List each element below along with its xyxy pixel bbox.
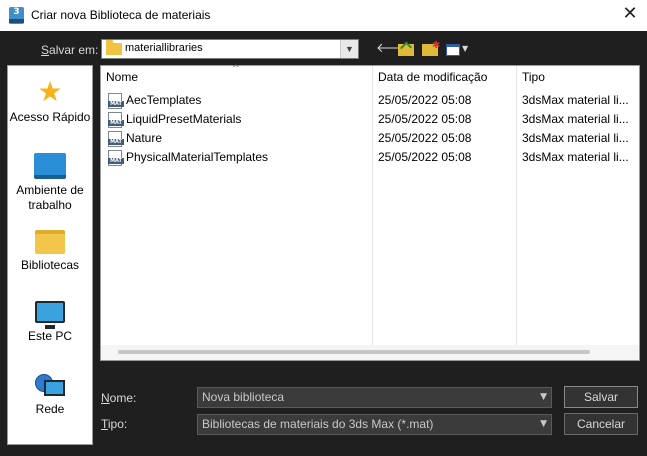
window-title: Criar nova Biblioteca de materiais: [31, 8, 211, 22]
place-label: Rede: [35, 402, 65, 416]
chevron-down-icon[interactable]: ▼: [340, 40, 358, 58]
material-library-icon: MAT: [108, 93, 124, 109]
list-item[interactable]: MAT Nature 25/05/2022 05:08 3dsMax mater…: [101, 129, 639, 148]
app-icon: 3: [9, 7, 24, 24]
close-icon[interactable]: ✕: [617, 3, 643, 27]
place-label: Bibliotecas: [20, 258, 80, 272]
file-name-input[interactable]: Nova biblioteca ▼: [197, 387, 552, 408]
sort-ascending-icon: ^: [232, 64, 240, 74]
chevron-down-icon[interactable]: ▼: [540, 415, 547, 434]
folder-icon: [106, 40, 122, 55]
new-folder-icon[interactable]: ✱: [421, 40, 441, 58]
file-list: Nome ^ Data de modificação Tipo MAT AecT…: [100, 64, 640, 361]
save-in-combo[interactable]: materiallibraries ▼: [101, 39, 359, 59]
list-item[interactable]: MAT LiquidPresetMaterials 25/05/2022 05:…: [101, 110, 639, 129]
material-library-icon: MAT: [108, 131, 124, 147]
place-libraries[interactable]: Bibliotecas: [8, 230, 92, 273]
material-library-icon: MAT: [108, 150, 124, 166]
places-bar: ★ Acesso Rápido Ambiente de trabalho Bib…: [7, 65, 93, 445]
desktop-icon: [34, 153, 66, 179]
chevron-down-icon[interactable]: ▼: [540, 388, 547, 407]
save-in-path: materiallibraries: [125, 42, 203, 54]
save-in-label: Salvar em:: [41, 43, 99, 57]
file-type-select[interactable]: Bibliotecas de materiais do 3ds Max (*.m…: [197, 414, 552, 435]
place-label: Este PC: [27, 329, 72, 343]
material-library-icon: MAT: [108, 112, 124, 128]
up-folder-icon[interactable]: [397, 40, 415, 58]
place-quick-access[interactable]: ★ Acesso Rápido: [8, 78, 92, 125]
place-desktop[interactable]: Ambiente de trabalho: [8, 153, 92, 213]
title-bar: 3 Criar nova Biblioteca de materiais ✕: [0, 0, 647, 31]
computer-icon: [35, 301, 65, 329]
horizontal-scrollbar[interactable]: [101, 345, 639, 360]
view-menu-icon[interactable]: ▼: [445, 40, 469, 58]
back-arrow-icon[interactable]: 🡐: [376, 40, 411, 58]
name-label: Nome:: [101, 391, 137, 405]
save-button[interactable]: Salvar: [564, 386, 638, 408]
column-header-type[interactable]: Tipo: [517, 66, 638, 87]
list-item[interactable]: MAT PhysicalMaterialTemplates 25/05/2022…: [101, 148, 639, 167]
scrollbar-thumb[interactable]: [118, 350, 590, 354]
place-this-pc[interactable]: Este PC: [8, 301, 92, 344]
place-label: Ambiente de trabalho: [16, 183, 84, 212]
place-label: Acesso Rápido: [9, 110, 91, 124]
list-item[interactable]: MAT AecTemplates 25/05/2022 05:08 3dsMax…: [101, 91, 639, 110]
place-network[interactable]: Rede: [8, 374, 92, 417]
type-label: Tipo:: [101, 417, 128, 431]
network-icon: [35, 374, 65, 398]
column-header-date[interactable]: Data de modificação: [373, 66, 516, 87]
cancel-button[interactable]: Cancelar: [564, 413, 638, 435]
star-icon: ★: [37, 75, 63, 108]
libraries-folder-icon: [35, 230, 65, 254]
